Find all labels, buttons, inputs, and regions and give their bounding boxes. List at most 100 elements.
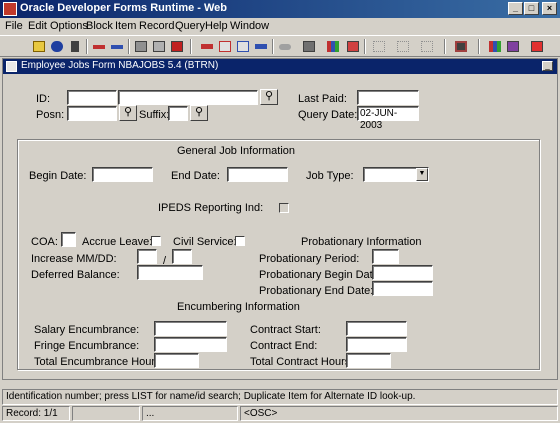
status-bar: Record: 1/1 ... <OSC> — [2, 406, 558, 422]
menu-bar: File Edit Options Block Item Record Quer… — [0, 18, 560, 35]
insert-record-icon[interactable] — [90, 38, 108, 55]
suffix-label: Suffix: — [139, 109, 170, 121]
coa-field[interactable] — [61, 232, 76, 247]
lov-icon[interactable] — [300, 38, 318, 55]
posn-lov-button[interactable]: ⚲ — [119, 105, 137, 121]
minimize-button[interactable]: _ — [508, 2, 523, 15]
total-enc-hours-label: Total Encumbrance Hours: — [34, 356, 164, 368]
posn-field[interactable] — [67, 106, 117, 121]
menu-edit[interactable]: Edit — [28, 20, 47, 32]
query-date-field[interactable]: 02-JUN-2003 — [357, 106, 419, 131]
books-icon[interactable] — [486, 38, 504, 55]
prob-begin-label: Probationary Begin Date: — [259, 269, 382, 281]
ipeds-checkbox[interactable] — [279, 203, 289, 213]
contract-end-field[interactable] — [346, 337, 407, 352]
begin-date-field[interactable] — [92, 167, 153, 182]
menu-query[interactable]: Query — [175, 20, 205, 32]
increase-label: Increase MM/DD: — [31, 253, 117, 265]
fringe-enc-field[interactable] — [154, 337, 227, 352]
begin-date-label: Begin Date: — [29, 170, 87, 182]
accrue-leave-label: Accrue Leave: — [82, 236, 153, 248]
id-lov-button[interactable]: ⚲ — [260, 89, 278, 105]
prob-period-field[interactable] — [372, 249, 399, 264]
tree-icon-3[interactable] — [418, 38, 436, 55]
form-title: Employee Jobs Form NBAJOBS 5.4 (BTRN) — [21, 60, 219, 71]
menu-file[interactable]: File — [5, 20, 23, 32]
tree-icon-1[interactable] — [370, 38, 388, 55]
end-date-label: End Date: — [171, 170, 220, 182]
window-title: Oracle Developer Forms Runtime - Web — [20, 2, 228, 14]
enter-query-icon[interactable] — [150, 38, 168, 55]
previous-record-icon[interactable] — [216, 38, 234, 55]
maximize-button[interactable]: □ — [524, 2, 539, 15]
osc-indicator: <OSC> — [240, 406, 558, 421]
accrue-leave-checkbox[interactable] — [151, 236, 161, 246]
prob-begin-field[interactable] — [372, 265, 433, 280]
options-icon[interactable] — [452, 38, 470, 55]
book-icon[interactable] — [504, 38, 522, 55]
id-label: ID: — [36, 93, 51, 105]
chart-icon[interactable] — [324, 38, 342, 55]
edit-icon[interactable] — [276, 38, 294, 55]
total-contract-hours-field[interactable] — [346, 353, 391, 368]
exit-icon[interactable] — [66, 38, 84, 55]
menu-window[interactable]: Window — [230, 20, 269, 32]
print-icon[interactable] — [132, 38, 150, 55]
id-field[interactable] — [67, 90, 117, 105]
civil-service-label: Civil Service: — [173, 236, 237, 248]
prob-end-field[interactable] — [372, 281, 433, 296]
suffix-lov-button[interactable]: ⚲ — [190, 105, 208, 121]
job-type-label: Job Type: — [306, 170, 354, 182]
suffix-field[interactable] — [168, 106, 188, 121]
total-enc-hours-field[interactable] — [154, 353, 199, 368]
help-icon[interactable] — [344, 38, 362, 55]
delete-record-icon[interactable] — [108, 38, 126, 55]
last-paid-field[interactable] — [357, 90, 419, 105]
menu-record[interactable]: Record — [139, 20, 174, 32]
coa-label: COA: — [31, 236, 58, 248]
form-title-bar: Employee Jobs Form NBAJOBS 5.4 (BTRN) _ — [3, 59, 557, 74]
end-date-field[interactable] — [227, 167, 288, 182]
toolbar — [0, 35, 560, 57]
encumbering-info-header: Encumbering Information — [177, 301, 300, 313]
status-segment-2: ... — [142, 406, 238, 421]
form-minimize-button[interactable]: _ — [542, 61, 553, 71]
menu-item[interactable]: Item — [115, 20, 136, 32]
menu-block[interactable]: Block — [86, 20, 113, 32]
menu-options[interactable]: Options — [50, 20, 88, 32]
job-type-select[interactable]: ▼ — [363, 167, 429, 182]
previous-block-icon[interactable] — [198, 38, 216, 55]
contract-start-field[interactable] — [346, 321, 407, 336]
exit-door-icon[interactable] — [528, 38, 546, 55]
execute-query-icon[interactable] — [168, 38, 186, 55]
close-button[interactable]: × — [542, 2, 557, 15]
deferred-balance-label: Deferred Balance: — [31, 269, 120, 281]
name-field[interactable] — [118, 90, 258, 105]
next-block-icon[interactable] — [252, 38, 270, 55]
civil-service-checkbox[interactable] — [235, 236, 245, 246]
contract-start-label: Contract Start: — [250, 324, 321, 336]
save-icon[interactable] — [30, 38, 48, 55]
employee-jobs-form-window: Employee Jobs Form NBAJOBS 5.4 (BTRN) _ … — [2, 58, 558, 380]
oracle-app-icon — [3, 2, 17, 16]
prob-period-label: Probationary Period: — [259, 253, 360, 265]
posn-label: Posn: — [36, 109, 65, 121]
increase-dd-field[interactable] — [172, 249, 192, 264]
total-contract-hours-label: Total Contract Hours: — [250, 356, 354, 368]
menu-help[interactable]: Help — [205, 20, 228, 32]
rollback-icon[interactable] — [48, 38, 66, 55]
next-record-icon[interactable] — [234, 38, 252, 55]
tree-icon-2[interactable] — [394, 38, 412, 55]
job-info-group: General Job Information Begin Date: End … — [17, 139, 540, 370]
salary-enc-field[interactable] — [154, 321, 227, 336]
increase-mm-field[interactable] — [137, 249, 157, 264]
fringe-enc-label: Fringe Encumbrance: — [34, 340, 140, 352]
chevron-down-icon[interactable]: ▼ — [416, 168, 428, 181]
window-title-bar: Oracle Developer Forms Runtime - Web _ □… — [0, 0, 560, 18]
record-count: Record: 1/1 — [2, 406, 70, 421]
query-date-label: Query Date: — [298, 109, 358, 121]
prob-end-label: Probationary End Date: — [259, 285, 374, 297]
contract-end-label: Contract End: — [250, 340, 318, 352]
deferred-balance-field[interactable] — [137, 265, 203, 280]
status-segment-1 — [72, 406, 140, 421]
